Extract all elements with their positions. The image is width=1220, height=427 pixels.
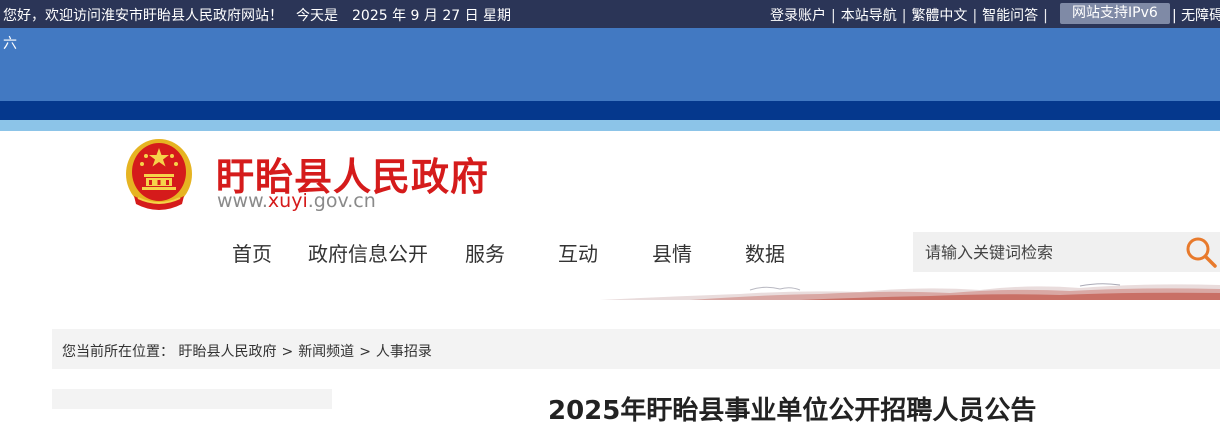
- banner-band-light: [0, 120, 1220, 131]
- login-link[interactable]: 登录账户: [770, 5, 826, 25]
- breadcrumb-item-home[interactable]: 盱眙县人民政府: [178, 344, 276, 360]
- breadcrumb-item-news[interactable]: 新闻频道: [298, 344, 354, 360]
- date-text: 今天是 2025 年 9 月 27 日 星期: [296, 8, 512, 24]
- separator: |: [831, 8, 836, 24]
- traditional-chinese-link[interactable]: 繁體中文: [911, 5, 967, 25]
- accessibility-label[interactable]: 无障碍: [1181, 8, 1220, 24]
- search-icon[interactable]: [1183, 234, 1219, 270]
- welcome-text: 您好，欢迎访问淮安市盱眙县人民政府网站！: [3, 8, 283, 24]
- search-input[interactable]: [913, 232, 1173, 272]
- weekday-text: 六: [3, 36, 17, 52]
- site-url: www.xuyi.gov.cn: [217, 190, 376, 212]
- site-nav-link[interactable]: 本站导航: [841, 5, 897, 25]
- top-links: 登录账户 | 本站导航 | 繁體中文 | 智能问答 |: [770, 5, 1053, 25]
- nav-item-service[interactable]: 服务: [465, 238, 505, 267]
- nav-item-home[interactable]: 首页: [232, 238, 272, 267]
- national-emblem-icon: [126, 139, 192, 210]
- search-box: [913, 232, 1220, 272]
- banner-band-dark: [0, 101, 1220, 120]
- separator: |: [972, 8, 978, 24]
- sidebar-panel: [52, 389, 332, 409]
- url-prefix: www.: [217, 190, 268, 212]
- nav-item-data[interactable]: 数据: [745, 238, 785, 267]
- breadcrumb-prefix: 您当前所在位置：: [62, 344, 174, 360]
- separator: |: [1172, 8, 1182, 24]
- breadcrumb-separator: >: [281, 344, 294, 360]
- smart-qa-link[interactable]: 智能问答: [982, 5, 1038, 25]
- article-title: 2025年盱眙县事业单位公开招聘人员公告: [548, 396, 1037, 426]
- breadcrumb-separator: >: [359, 344, 371, 360]
- accessibility-link[interactable]: | 无障碍: [1172, 5, 1220, 25]
- nav-item-interaction[interactable]: 互动: [558, 238, 598, 267]
- url-suffix: .gov.cn: [307, 190, 376, 212]
- top-bar: 您好，欢迎访问淮安市盱眙县人民政府网站！ 今天是 2025 年 9 月 27 日…: [0, 0, 1220, 28]
- nav-item-gov-info[interactable]: 政府信息公开: [308, 238, 428, 267]
- banner-band: 六: [0, 28, 1220, 101]
- url-accent: xuyi: [267, 190, 308, 212]
- ipv6-badge[interactable]: 网站支持IPv6: [1060, 3, 1170, 24]
- breadcrumb-item-recruitment[interactable]: 人事招录: [376, 344, 432, 360]
- landscape-decoration: [600, 283, 1220, 300]
- breadcrumb: 您当前所在位置： 盱眙县人民政府 > 新闻频道 > 人事招录: [52, 329, 1220, 369]
- separator: |: [1043, 8, 1048, 24]
- separator: |: [901, 8, 907, 24]
- nav-item-county-info[interactable]: 县情: [652, 238, 692, 267]
